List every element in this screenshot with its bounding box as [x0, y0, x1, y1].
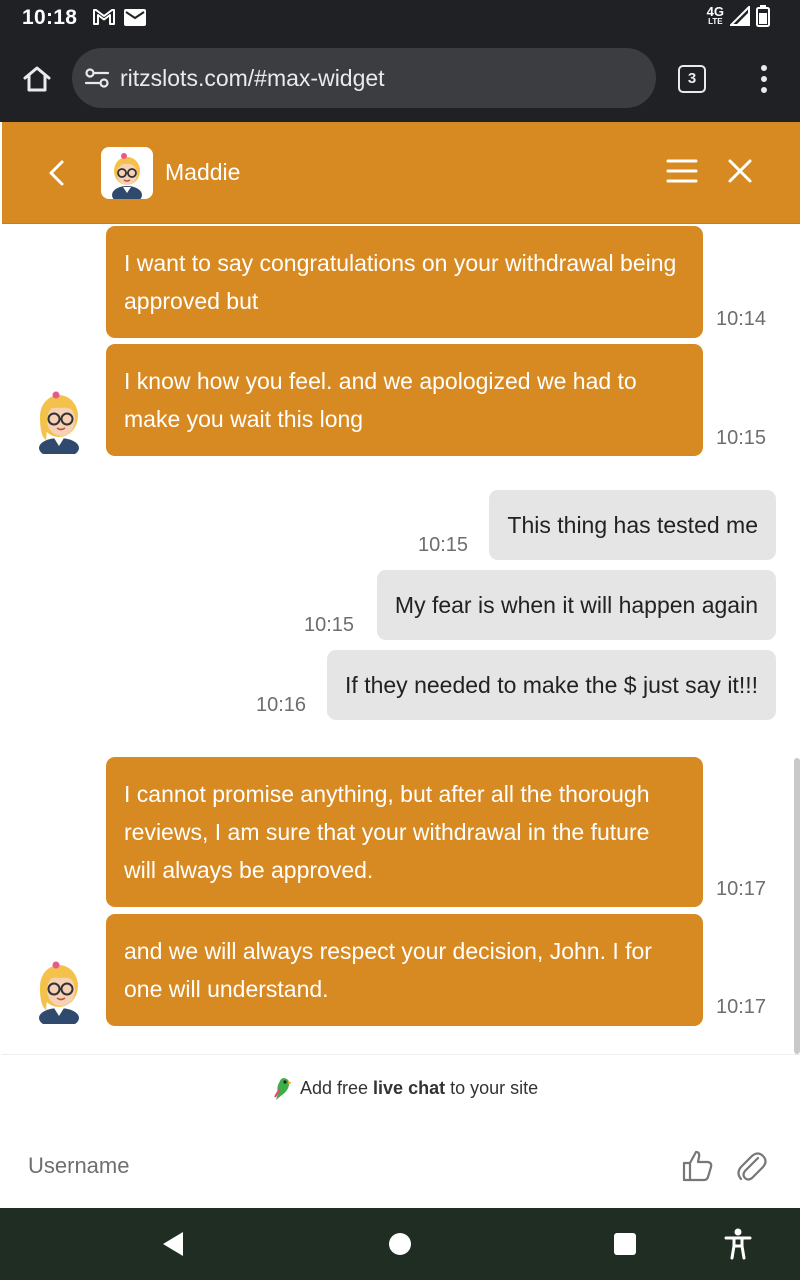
user-message: My fear is when it will happen again	[376, 570, 776, 640]
agent-message: and we will always respect your decision…	[106, 914, 703, 1026]
message-list[interactable]: I want to say congratulations on your wi…	[2, 224, 800, 1054]
agent-message: I know how you feel. and we apologized w…	[106, 344, 703, 456]
thumbs-up-icon	[682, 1150, 713, 1182]
tab-switcher-button[interactable]: 3	[678, 65, 706, 93]
home-icon	[23, 66, 51, 92]
status-time: 10:18	[22, 6, 78, 29]
gmail-icon	[93, 9, 115, 25]
message-time: 10:17	[716, 878, 767, 900]
message-input[interactable]	[28, 1146, 648, 1186]
agent-name: Maddie	[165, 159, 241, 185]
user-message: This thing has tested me	[489, 490, 776, 560]
agent-avatar	[34, 958, 84, 1028]
attach-file-button[interactable]	[734, 1148, 768, 1184]
user-message: If they needed to make the $ just say it…	[327, 650, 776, 720]
chat-menu-button[interactable]	[666, 158, 698, 184]
accessibility-icon[interactable]	[724, 1228, 752, 1260]
home-button[interactable]	[18, 60, 56, 98]
status-bar: 10:18 4G LTE	[0, 0, 800, 36]
powered-by-banner: Add free live chat to your site	[2, 1054, 800, 1120]
agent-avatar	[34, 388, 84, 458]
paperclip-icon	[737, 1152, 767, 1181]
close-chat-button[interactable]	[724, 155, 756, 187]
message-time: 10:17	[716, 996, 767, 1018]
address-bar[interactable]: ritzslots.com/#max-widget	[72, 48, 656, 108]
message-time: 10:15	[418, 534, 469, 556]
nav-recents-button[interactable]	[614, 1233, 636, 1255]
chevron-left-icon	[49, 160, 64, 186]
agent-message: I cannot promise anything, but after all…	[106, 757, 703, 907]
agent-avatar-icon	[39, 391, 79, 458]
powered-by-link[interactable]: Add free live chat to your site	[270, 1075, 538, 1101]
signal-icon	[730, 6, 750, 26]
scrollbar-thumb[interactable]	[794, 758, 800, 1054]
message-time: 10:14	[716, 308, 767, 330]
powered-text: Add free live chat to your site	[300, 1077, 539, 1098]
agent-avatar	[101, 147, 153, 199]
site-settings-icon[interactable]	[84, 66, 110, 90]
hamburger-icon	[666, 159, 698, 183]
message-composer	[2, 1120, 800, 1208]
message-time: 10:15	[304, 614, 355, 636]
message-time: 10:16	[256, 694, 307, 716]
nav-home-button[interactable]	[389, 1233, 411, 1255]
agent-avatar-icon	[39, 961, 79, 1028]
mail-icon	[124, 8, 146, 26]
network-type: 4G LTE	[706, 4, 724, 26]
agent-message: I want to say congratulations on your wi…	[106, 226, 703, 338]
agent-avatar-icon	[112, 153, 142, 199]
message-time: 10:15	[716, 427, 767, 449]
android-navigation-bar	[0, 1208, 800, 1280]
url-text[interactable]: ritzslots.com/#max-widget	[120, 65, 385, 92]
notification-icons	[92, 8, 146, 26]
rate-button[interactable]	[680, 1148, 714, 1184]
back-button[interactable]	[40, 154, 74, 192]
parrot-icon	[274, 1078, 292, 1100]
battery-icon	[756, 5, 770, 27]
system-icons: 4G LTE	[707, 5, 770, 27]
close-icon	[728, 159, 752, 183]
chat-header: Maddie	[2, 122, 800, 224]
browser-menu-button[interactable]	[754, 62, 774, 96]
nav-back-icon[interactable]	[160, 1230, 186, 1258]
browser-toolbar: ritzslots.com/#max-widget 3	[0, 36, 800, 122]
more-vert-icon	[754, 65, 774, 93]
